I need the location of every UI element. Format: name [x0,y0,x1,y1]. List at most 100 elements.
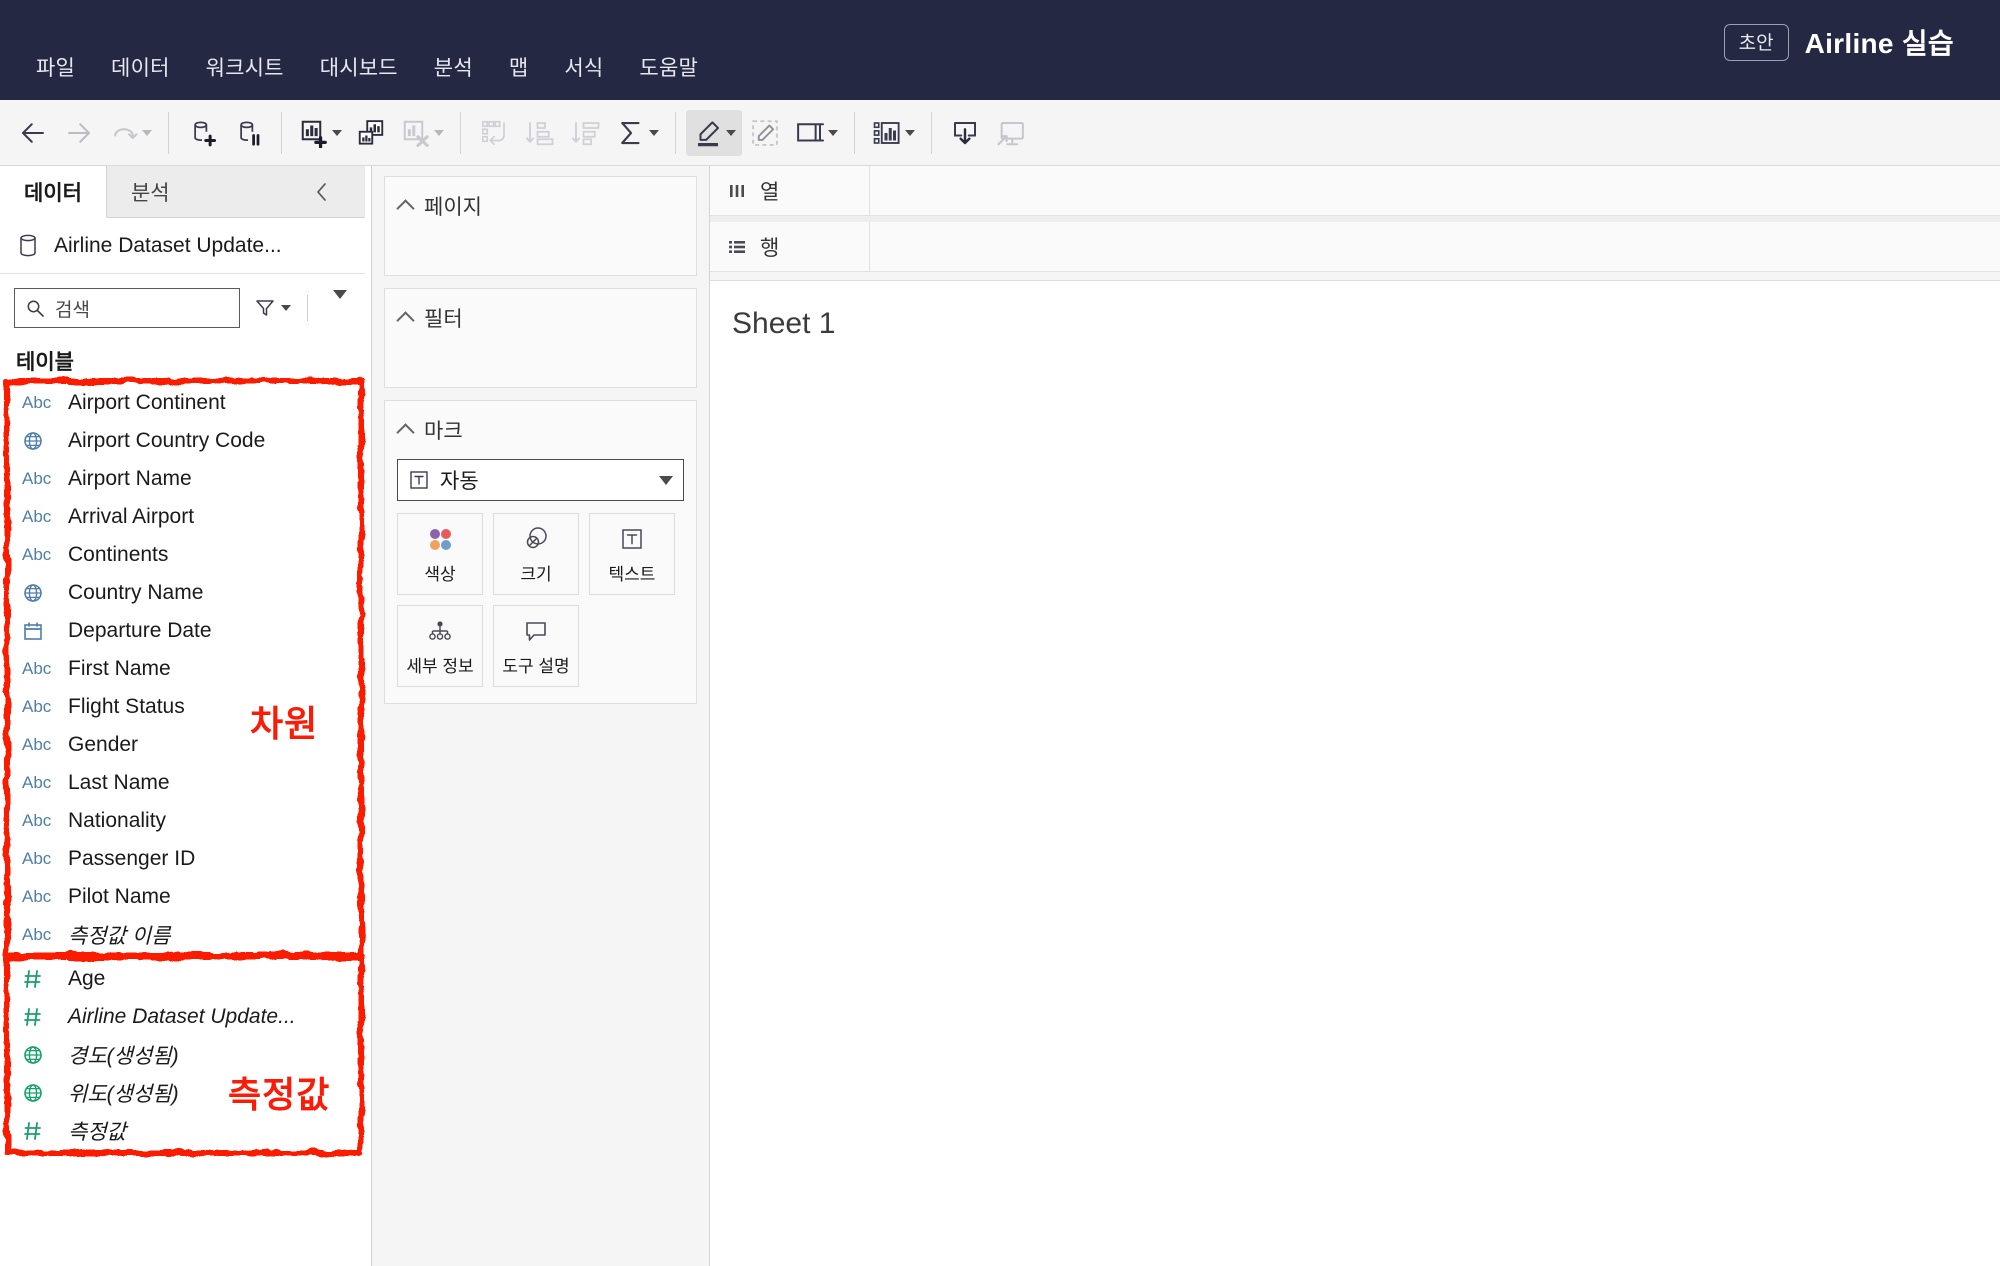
presentation-mode-button[interactable] [988,110,1034,156]
dimension-field[interactable]: Abc Airport Continent [0,384,371,422]
new-worksheet-button[interactable] [292,110,348,156]
format-button[interactable] [742,110,788,156]
field-label: Passenger ID [68,847,196,870]
field-label: 경도(생성됨) [68,1045,179,1068]
highlight-button[interactable] [686,109,742,156]
measure-field[interactable]: 측정값 [0,1112,371,1150]
highlight-caret-icon[interactable] [725,129,736,136]
swap-rows-columns-button[interactable] [471,110,517,156]
search-filter-button[interactable] [250,293,295,323]
sheet-canvas[interactable]: Sheet 1 [710,280,2000,1266]
data-pane-menu-button[interactable] [320,290,357,323]
marks-tooltip-button[interactable]: 도구 설명 [493,605,579,687]
fit-button[interactable] [788,110,844,156]
clear-sheet-caret-icon[interactable] [433,129,444,136]
text-box-icon [622,528,642,549]
sort-ascending-button[interactable] [517,110,563,156]
filters-drop-zone[interactable] [385,343,696,387]
sort-desc-icon [572,121,600,145]
menu-item-dashboard[interactable]: 대시보드 [302,48,416,86]
abc-icon: Abc [22,393,52,412]
abc-icon: Abc [22,469,52,488]
dimension-field[interactable]: Airport Country Code [0,422,371,460]
search-filter-caret-icon[interactable] [281,305,291,311]
chevron-up-icon[interactable] [396,310,415,330]
tab-data[interactable]: 데이터 [0,166,107,218]
undo-redo-caret-icon[interactable] [141,129,152,136]
fit-caret-icon[interactable] [827,129,838,136]
menu-item-data[interactable]: 데이터 [93,48,188,86]
dimension-field[interactable]: Country Name [0,574,371,612]
pages-drop-zone[interactable] [385,231,696,275]
download-button[interactable] [942,110,988,156]
undo-redo-button[interactable] [102,110,158,156]
columns-shelf: 열 [710,166,2000,216]
dimension-field[interactable]: Departure Date [0,612,371,650]
totals-button[interactable] [609,110,665,156]
pause-auto-updates-button[interactable] [225,110,271,156]
toolbar-group-layout [471,100,665,165]
rows-shelf-text: 행 [760,236,780,260]
dimension-field[interactable]: Abc Pilot Name [0,878,371,916]
marks-text-button[interactable]: 텍스트 [589,513,675,595]
dimension-field[interactable]: Abc Nationality [0,802,371,840]
menu-item-help[interactable]: 도움말 [621,48,716,86]
data-pane-scrollbar[interactable] [365,166,371,1266]
duplicate-sheet-button[interactable] [348,110,394,156]
marks-card-header[interactable]: 마크 [385,401,696,455]
menu-item-map[interactable]: 맵 [491,48,547,86]
measure-field[interactable]: Airline Dataset Update... [0,998,371,1036]
columns-drop-zone[interactable] [870,166,2000,215]
marks-detail-button[interactable]: 세부 정보 [397,605,483,687]
filters-card-header[interactable]: 필터 [385,289,696,343]
columns-shelf-label: 열 [710,166,870,215]
dimension-field[interactable]: Abc Passenger ID [0,840,371,878]
dimension-field[interactable]: Abc Continents [0,536,371,574]
menu-item-format[interactable]: 서식 [546,48,621,86]
caret-down-icon[interactable] [659,475,673,485]
measure-field[interactable]: 위도(생성됨) [0,1074,371,1112]
measure-field[interactable]: Age [0,960,371,998]
back-button[interactable] [10,110,56,156]
menu-item-worksheet[interactable]: 워크시트 [188,48,302,86]
clear-sheet-button[interactable] [394,110,450,156]
datasource-row[interactable]: Airline Dataset Update... [0,218,371,274]
dimension-field[interactable]: Abc Airport Name [0,460,371,498]
field-label: Arrival Airport [68,505,195,528]
rows-drop-zone[interactable] [870,222,2000,271]
dimension-field[interactable]: Abc 측정값 이름 [0,916,371,954]
duplicate-sheet-icon [358,119,384,145]
marks-size-button[interactable]: 크기 [493,513,579,595]
toolbar-group-navigation [10,100,158,165]
dimension-field[interactable]: Abc Gender [0,726,371,764]
menu-item-file[interactable]: 파일 [18,48,93,86]
pages-card-header[interactable]: 페이지 [385,177,696,231]
new-worksheet-caret-icon[interactable] [331,129,342,136]
toolbar-divider [854,111,855,154]
forward-button[interactable] [56,110,102,156]
workbook-title: Airline 실습 [1804,28,1954,59]
mark-type-value: 자동 [440,470,479,493]
mark-type-select[interactable]: 자동 [397,459,684,501]
field-label: 측정값 이름 [68,925,171,948]
tab-analytics[interactable]: 분석 [106,166,371,217]
new-data-source-button[interactable] [179,110,225,156]
show-me-caret-icon[interactable] [904,129,915,136]
search-input[interactable]: 검색 [14,288,240,328]
menu-item-analysis[interactable]: 분석 [416,48,491,86]
field-label: Last Name [68,771,170,794]
arrow-left-icon [22,122,44,143]
dimension-field[interactable]: Abc Last Name [0,764,371,802]
dimension-field[interactable]: Abc First Name [0,650,371,688]
dimension-field[interactable]: Abc Arrival Airport [0,498,371,536]
dimension-field[interactable]: Abc Flight Status [0,688,371,726]
marks-color-button[interactable]: 색상 [397,513,483,595]
measure-field[interactable]: 경도(생성됨) [0,1036,371,1074]
highlighter-icon [697,120,719,146]
chevron-up-icon[interactable] [396,422,415,442]
show-me-button[interactable] [865,110,921,156]
sort-descending-button[interactable] [563,110,609,156]
collapse-pane-button[interactable] [312,180,346,204]
chevron-up-icon[interactable] [396,198,415,218]
totals-caret-icon[interactable] [648,129,659,136]
